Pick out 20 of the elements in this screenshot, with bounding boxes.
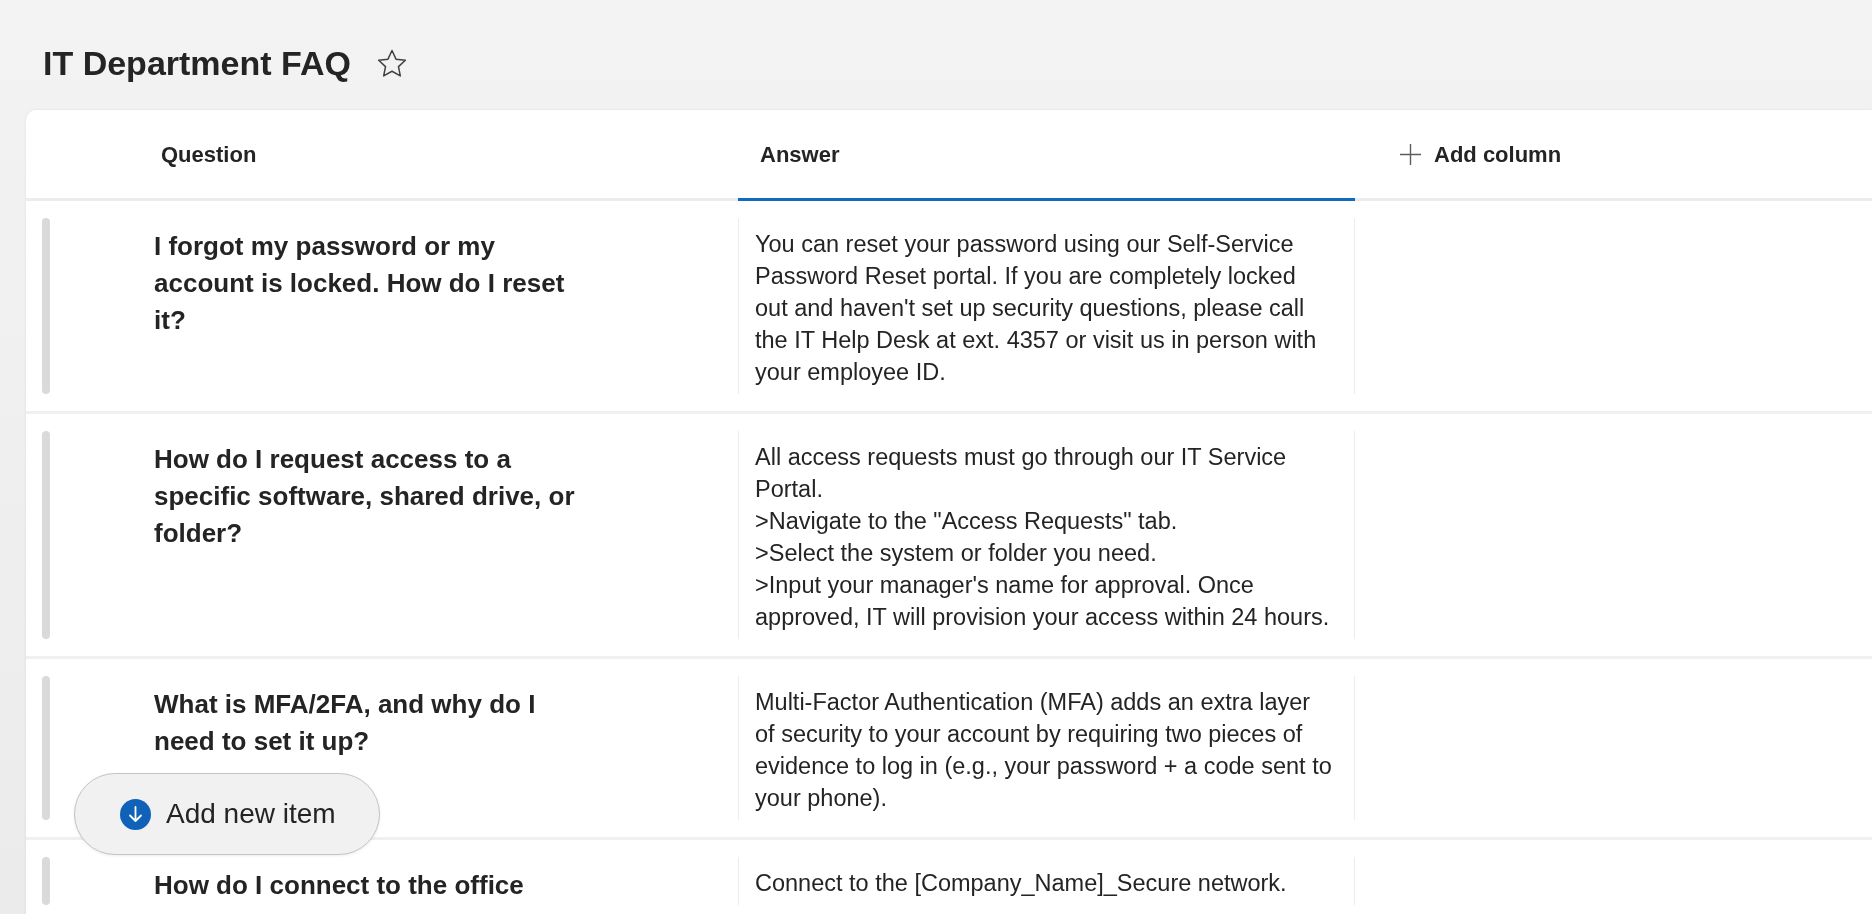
question-text: What is MFA/2FA, and why do I need to set it up? <box>154 688 537 758</box>
answer-cell: Connect to the [Company_Name]_Secure network. <box>738 857 1355 905</box>
question-text: How do I request access to a specific software, shared drive, or folder? <box>154 443 576 550</box>
add-column-button[interactable]: Add column <box>1400 137 1562 171</box>
add-item-button[interactable]: Add new item <box>74 773 380 855</box>
answer-cell: You can reset your password using our Self-Service Password Reset portal. If you are completely locked out and haven't set up security questions, please call the IT Help Desk at ext. 4357 or visit us in person with your employee ID. <box>738 218 1355 394</box>
answer-cell: All access requests must go through our IT Service Portal. >Navigate to the "Access Requests" tab. >Select the system or folder you need. >Input your manager's name for approval. Once approved, IT will provision your access within 24 hours. <box>738 431 1355 639</box>
star-icon[interactable] <box>376 48 407 78</box>
question-text: I forgot my password or my account is locked. How do I reset it? <box>154 230 566 337</box>
page-title: IT Department FAQ <box>43 43 351 84</box>
row-handle[interactable] <box>42 676 50 820</box>
answer-cell: Multi-Factor Authentication (MFA) adds an extra layer of security to your account by requiring two pieces of evidence to log in (e.g., your password + a code sent to your phone). <box>738 676 1355 820</box>
column-header[interactable]: Question <box>154 110 738 201</box>
row-handle[interactable] <box>42 857 50 905</box>
question-text: How do I connect to the office <box>154 869 525 902</box>
row-handle[interactable] <box>42 218 50 394</box>
row-handle[interactable] <box>42 431 50 639</box>
arrow-down-icon <box>120 798 151 830</box>
plus-icon <box>1400 143 1421 165</box>
column-header[interactable]: Answer <box>738 110 1355 201</box>
